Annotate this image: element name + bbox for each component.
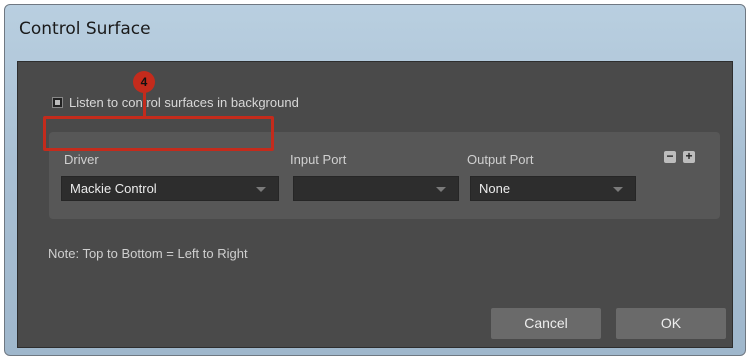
cancel-button[interactable]: Cancel [491,308,601,339]
chevron-down-icon [436,187,446,192]
ok-button[interactable]: OK [616,308,726,339]
chevron-down-icon [256,187,266,192]
title-bar[interactable]: Control Surface [5,5,745,57]
output-port-select-value: None [479,181,511,196]
annotation-step-badge: 4 [133,71,155,93]
driver-select[interactable]: Mackie Control [61,176,279,201]
listen-background-label: Listen to control surfaces in background [69,95,299,110]
input-port-select[interactable] [293,176,459,201]
control-surface-dialog: Control Surface Listen to control surfac… [4,4,746,356]
minus-icon: − [666,149,674,163]
note-text: Note: Top to Bottom = Left to Right [48,246,248,261]
plus-icon: + [685,149,693,163]
add-row-button[interactable]: + [683,149,695,163]
listen-background-checkbox[interactable] [52,97,63,108]
output-port-label: Output Port [467,152,534,167]
listen-background-option[interactable]: Listen to control surfaces in background [52,95,299,110]
input-port-label: Input Port [290,152,347,167]
output-port-select[interactable]: None [470,176,636,201]
annotation-highlight-box [43,116,274,151]
dialog-title: Control Surface [19,19,151,39]
dialog-content: Listen to control surfaces in background… [17,61,733,348]
remove-row-button[interactable]: − [664,149,676,163]
chevron-down-icon [613,187,623,192]
driver-label: Driver [64,152,99,167]
driver-select-value: Mackie Control [70,181,157,196]
